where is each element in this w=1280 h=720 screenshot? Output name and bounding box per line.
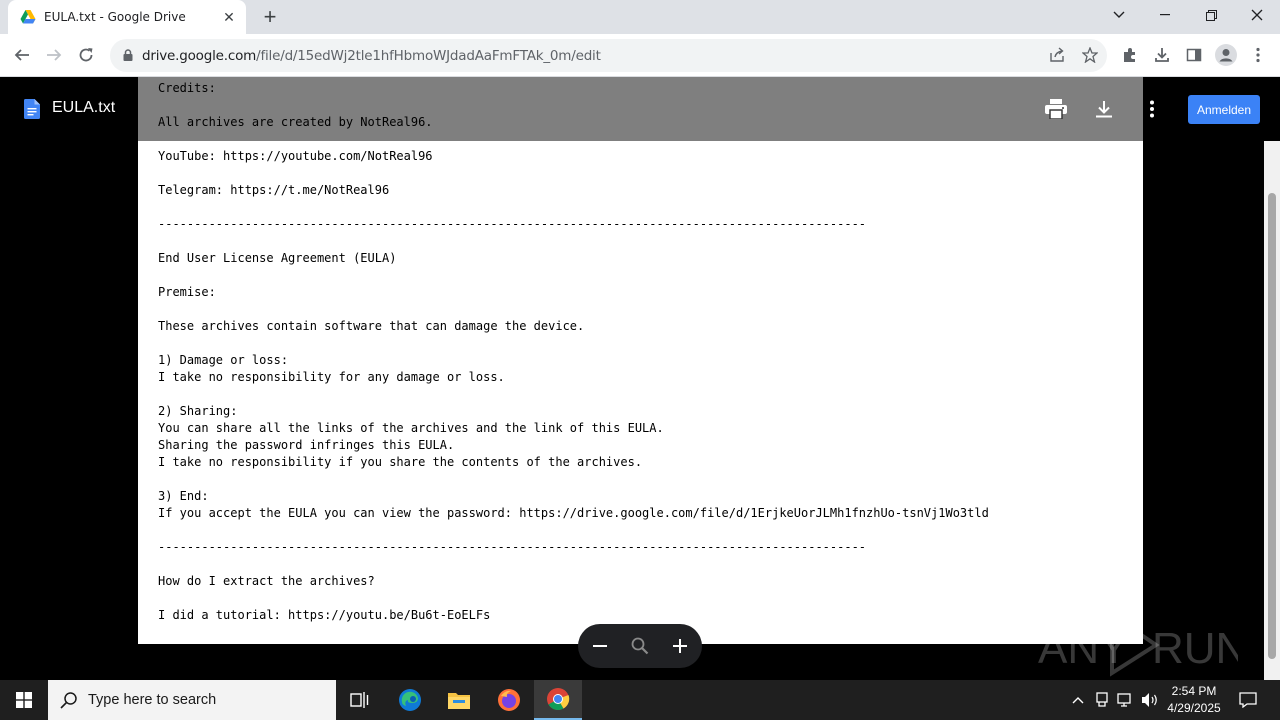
download-icon[interactable] bbox=[1150, 43, 1174, 67]
svg-text:RUN: RUN bbox=[1152, 624, 1238, 673]
profile-avatar-icon[interactable] bbox=[1214, 43, 1238, 67]
forward-icon[interactable] bbox=[42, 43, 66, 67]
share-icon[interactable] bbox=[1045, 43, 1069, 67]
clock-time: 2:54 PM bbox=[1171, 684, 1217, 698]
browser-tab[interactable]: EULA.txt - Google Drive ✕ bbox=[8, 0, 246, 34]
url-text[interactable]: drive.google.com/file/d/15edWj2tle1hfHbm… bbox=[142, 48, 601, 64]
browser-menu-icon[interactable] bbox=[1246, 43, 1270, 67]
tab-title: EULA.txt - Google Drive bbox=[44, 10, 186, 24]
chrome-browser-icon[interactable] bbox=[534, 680, 582, 720]
notifications-icon[interactable] bbox=[1238, 690, 1258, 710]
bookmark-star-icon[interactable] bbox=[1078, 43, 1102, 67]
scrollbar-thumb[interactable] bbox=[1268, 193, 1276, 659]
viewer-header: EULA.txt Anmelden bbox=[0, 77, 1280, 141]
tab-search-icon[interactable] bbox=[1096, 0, 1142, 30]
side-panel-icon[interactable] bbox=[1182, 43, 1206, 67]
system-clock[interactable]: 2:54 PM 4/29/2025 bbox=[1160, 683, 1228, 717]
scrollbar[interactable] bbox=[1264, 141, 1280, 680]
google-docs-icon bbox=[24, 99, 40, 119]
zoom-controls bbox=[578, 624, 702, 668]
tab-close-icon[interactable]: ✕ bbox=[220, 8, 238, 26]
firefox-icon[interactable] bbox=[485, 680, 533, 720]
windows-taskbar: Type here to search 2:54 PM 4/29/2025 bbox=[0, 680, 1280, 720]
reload-icon[interactable] bbox=[74, 43, 98, 67]
back-icon[interactable] bbox=[10, 43, 34, 67]
usb-device-icon[interactable] bbox=[1092, 690, 1112, 710]
start-button[interactable] bbox=[0, 680, 48, 720]
windows-logo-icon bbox=[16, 692, 32, 708]
search-placeholder: Type here to search bbox=[88, 692, 217, 708]
download-file-icon[interactable] bbox=[1092, 97, 1116, 121]
close-window-button[interactable] bbox=[1234, 0, 1280, 30]
network-icon[interactable] bbox=[1116, 690, 1136, 710]
clock-date: 4/29/2025 bbox=[1167, 701, 1221, 715]
zoom-out-icon[interactable] bbox=[588, 634, 612, 658]
minimize-button[interactable] bbox=[1142, 0, 1188, 30]
file-name: EULA.txt bbox=[52, 99, 116, 116]
svg-text:ANY: ANY bbox=[1038, 624, 1128, 673]
volume-icon[interactable] bbox=[1140, 690, 1160, 710]
document-page: Credits: All archives are created by Not… bbox=[138, 77, 1143, 644]
new-tab-button[interactable]: + bbox=[258, 5, 282, 29]
zoom-in-icon[interactable] bbox=[668, 634, 692, 658]
show-hidden-icons-chevron-icon[interactable] bbox=[1068, 690, 1088, 710]
restore-button[interactable] bbox=[1188, 0, 1234, 30]
taskbar-search-box[interactable]: Type here to search bbox=[48, 680, 336, 720]
zoom-magnifier-icon[interactable] bbox=[628, 634, 652, 658]
signin-button[interactable]: Anmelden bbox=[1188, 95, 1260, 124]
drive-file-viewer: Credits: All archives are created by Not… bbox=[0, 77, 1280, 680]
lock-icon[interactable] bbox=[121, 48, 135, 62]
more-options-icon[interactable] bbox=[1140, 97, 1164, 121]
print-icon[interactable] bbox=[1044, 97, 1068, 121]
address-bar[interactable]: drive.google.com/file/d/15edWj2tle1hfHbm… bbox=[110, 39, 1107, 72]
anyrun-watermark-logo: ANY RUN bbox=[1038, 611, 1238, 677]
tab-strip: EULA.txt - Google Drive ✕ + bbox=[0, 0, 1280, 34]
edge-browser-icon[interactable] bbox=[386, 680, 434, 720]
google-drive-icon bbox=[20, 10, 36, 24]
extensions-icon[interactable] bbox=[1118, 43, 1142, 67]
task-view-icon[interactable] bbox=[336, 680, 384, 720]
file-explorer-icon[interactable] bbox=[435, 680, 483, 720]
document-text: Credits: All archives are created by Not… bbox=[158, 81, 989, 622]
search-icon bbox=[60, 692, 77, 709]
browser-toolbar: drive.google.com/file/d/15edWj2tle1hfHbm… bbox=[0, 34, 1280, 77]
